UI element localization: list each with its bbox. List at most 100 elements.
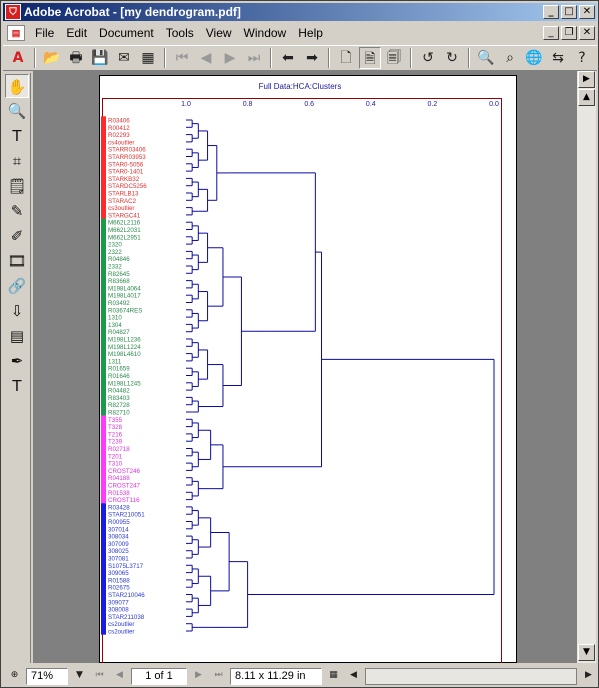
save-icon[interactable]: 💾 (89, 47, 111, 69)
leaf-label: 308008 (108, 607, 129, 614)
rotate-left-icon[interactable]: ↺ (417, 47, 439, 69)
leaf-label: R02293 (108, 132, 130, 139)
previous-page-icon[interactable]: ◀ (195, 47, 217, 69)
page-size-field: 8.11 x 11.29 in (230, 667, 322, 685)
leaf-label: T201 (108, 453, 123, 460)
leaf-label: M198L4017 (108, 293, 141, 300)
bookmark-toggle-icon[interactable]: ▶ (578, 71, 595, 88)
status-bar: ⊕ 71% ▼ ⏮ ◀ 1 of 1 ▶ ⏭ 8.11 x 11.29 in ▦… (3, 665, 597, 687)
page-layout-menu-icon[interactable]: ▦ (325, 668, 342, 685)
pencil-tool-icon[interactable]: ✎ (5, 199, 29, 223)
notes-tool-icon[interactable]: 🗒 (5, 174, 29, 198)
menu-edit[interactable]: Edit (60, 26, 93, 40)
leaf-label: STAR210046 (108, 592, 145, 599)
highlight-tool-icon[interactable]: ✐ (5, 224, 29, 248)
leaf-label: STAR211038 (108, 614, 145, 621)
web-capture-icon[interactable]: 🌐 (523, 47, 545, 69)
leaf-label: 307014 (108, 526, 129, 533)
status-next-page-icon[interactable]: ▶ (190, 668, 207, 685)
menu-window[interactable]: Window (238, 26, 293, 40)
menu-tools[interactable]: Tools (160, 26, 200, 40)
status-scroll-left-icon[interactable]: ◀ (345, 668, 362, 685)
fit-width-icon[interactable]: 🗐 (383, 47, 405, 69)
horizontal-scrollbar[interactable] (365, 667, 577, 685)
x-tick-label: 0.8 (243, 101, 253, 108)
actual-size-icon[interactable]: 🗋 (335, 47, 357, 69)
leaf-label: cs3outlier (108, 205, 134, 212)
leaf-label: M198L1224 (108, 344, 141, 351)
status-last-page-icon[interactable]: ⏭ (210, 668, 227, 685)
x-tick-label: 0.0 (489, 101, 499, 108)
open-icon[interactable]: 📂 (41, 47, 63, 69)
menu-file[interactable]: File (29, 26, 60, 40)
next-page-icon[interactable]: ▶ (219, 47, 241, 69)
status-first-page-icon[interactable]: ⏮ (91, 668, 108, 685)
document-icon[interactable]: ▤ (7, 25, 25, 41)
find-icon[interactable]: 🔍 (475, 47, 497, 69)
leaf-label: R00955 (108, 519, 130, 526)
leaf-label: R02718 (108, 446, 130, 453)
document-view[interactable]: Full Data:HCA:Clusters 1.0 0.8 0.6 0.4 0.2 0.… (33, 71, 577, 663)
acrobat-window: ⛉ Adobe Acrobat - [my dendrogram.pdf] _ … (0, 0, 599, 688)
doc-close-button[interactable]: ✕ (579, 26, 595, 40)
article-tool-icon[interactable]: ⇩ (5, 299, 29, 323)
cluster-color-bar (101, 218, 106, 416)
link-tool-icon[interactable]: 🔗 (5, 274, 29, 298)
scroll-up-button[interactable]: ▲ (578, 89, 595, 106)
leaf-label: R83668 (108, 278, 130, 285)
first-page-icon[interactable]: ⏮ (171, 47, 193, 69)
leaf-label: 1304 (108, 322, 122, 329)
leaf-label: 2322 (108, 249, 122, 256)
x-tick-label: 0.6 (304, 101, 314, 108)
doc-minimize-button[interactable]: _ (543, 26, 559, 40)
page-number-field[interactable]: 1 of 1 (131, 667, 187, 685)
zoom-dropdown-icon[interactable]: ▼ (71, 668, 88, 685)
menu-help[interactable]: Help (292, 26, 329, 40)
leaf-label: STAR0-5056 (108, 161, 144, 168)
touchup-text-tool-icon[interactable]: T (5, 374, 29, 398)
leaf-label: R04482 (108, 388, 130, 395)
fit-page-icon[interactable]: 🗎 (359, 47, 381, 69)
menu-document[interactable]: Document (93, 26, 160, 40)
digital-signature-icon[interactable]: ✒ (5, 349, 29, 373)
go-forward-icon[interactable]: ➡ (301, 47, 323, 69)
close-button[interactable]: ✕ (579, 5, 595, 19)
leaf-label: cs2outlier (108, 621, 134, 628)
text-select-tool-icon[interactable]: T (5, 124, 29, 148)
cluster-color-bar (101, 116, 106, 219)
leaf-label: STARR03406 (108, 147, 146, 154)
print-icon[interactable]: 🖶 (65, 47, 87, 69)
minimize-button[interactable]: _ (543, 5, 559, 19)
acrobat-logo-icon: A (12, 50, 24, 66)
leaf-label: R03492 (108, 300, 130, 307)
zoom-tool-icon[interactable]: 🔍 (5, 99, 29, 123)
web-links-icon[interactable]: ⇆ (547, 47, 569, 69)
vertical-scrollbar[interactable]: ▶ ▲ ▼ (577, 71, 596, 663)
crop-tool-icon[interactable]: ⌗ (5, 149, 29, 173)
go-back-icon[interactable]: ⬅ (277, 47, 299, 69)
zoom-field[interactable]: 71% (26, 667, 68, 685)
email-icon[interactable]: ✉ (113, 47, 135, 69)
doc-restore-button[interactable]: ❐ (561, 26, 577, 40)
page-layout-icon[interactable]: ⊕ (6, 668, 23, 685)
leaf-label: M662L2116 (108, 220, 141, 227)
hand-tool-icon[interactable]: ✋ (5, 74, 29, 98)
maximize-button[interactable]: □ (561, 5, 577, 19)
leaf-label: R01538 (108, 490, 130, 497)
leaf-label: 2320 (108, 242, 122, 249)
help-icon[interactable]: ? (571, 47, 593, 69)
status-scroll-right-icon[interactable]: ▶ (580, 668, 597, 685)
leaf-label: STARDC5256 (108, 183, 147, 190)
last-page-icon[interactable]: ⏭ (243, 47, 265, 69)
form-tool-icon[interactable]: ▤ (5, 324, 29, 348)
movie-tool-icon[interactable]: 🎞 (5, 249, 29, 273)
search-doc-icon[interactable]: ▦ (137, 47, 159, 69)
status-previous-page-icon[interactable]: ◀ (111, 668, 128, 685)
search-icon[interactable]: ⌕ (499, 47, 521, 69)
leaf-label: R04827 (108, 329, 130, 336)
rotate-right-icon[interactable]: ↻ (441, 47, 463, 69)
cluster-color-bar (101, 415, 106, 504)
x-tick-label: 0.2 (428, 101, 438, 108)
menu-view[interactable]: View (200, 26, 238, 40)
scroll-down-button[interactable]: ▼ (578, 644, 595, 661)
